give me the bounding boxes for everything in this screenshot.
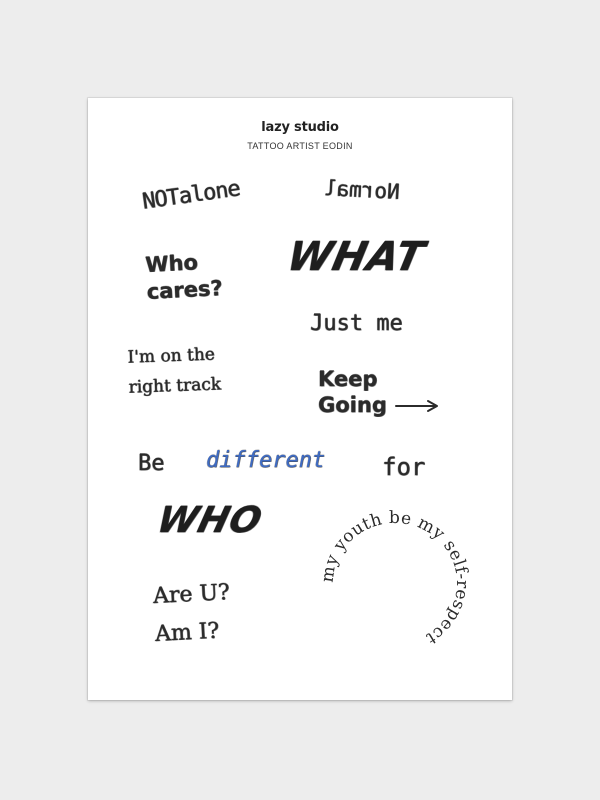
sticker-right-track: I'm on the right track [127,339,222,402]
brand-title: lazy studio [261,120,339,135]
sticker-circle-text: my youth be my self-respect [300,508,490,658]
sticker-what: WHAT [283,234,429,280]
sticker-keep-going-line1: Keep [318,367,378,391]
sticker-for: for [382,453,426,481]
sticker-normal-mirrored: Normal [323,176,401,204]
sticker-who-cares-line2: cares? [146,276,224,304]
sticker-sheet: lazy studio TATTOO ARTIST EODIN NOTalone… [88,98,512,700]
sticker-am-i: Am I? [154,618,220,647]
sticker-be: Be [138,451,165,476]
sticker-keep-going-word: Going [318,393,387,417]
sticker-keep-going-line2: Going [318,392,440,418]
sticker-different: different [206,448,326,473]
sticker-right-track-line2: right track [128,374,222,398]
sticker-not-alone: NOTalone [140,176,242,215]
sticker-just-me: Just me [310,311,403,336]
sticker-are-u-am-i: Are U? Am I? [152,574,233,654]
brand-subtitle: TATTOO ARTIST EODIN [247,141,353,151]
svg-text:my youth be my self-respect: my youth be my self-respect [318,508,473,649]
arrow-right-icon [395,400,439,412]
sticker-who-cares-line1: Who [144,250,199,277]
sticker-are-u: Are U? [152,580,231,610]
circle-text-path: my youth be my self-respect [318,508,472,649]
sticker-keep-going: Keep Going [318,366,440,418]
sticker-who: WHO [152,500,267,541]
sticker-right-track-line1: I'm on the [127,344,216,368]
sticker-who-cares: Who cares? [145,248,224,306]
circle-text-svg: my youth be my self-respect [318,508,473,649]
